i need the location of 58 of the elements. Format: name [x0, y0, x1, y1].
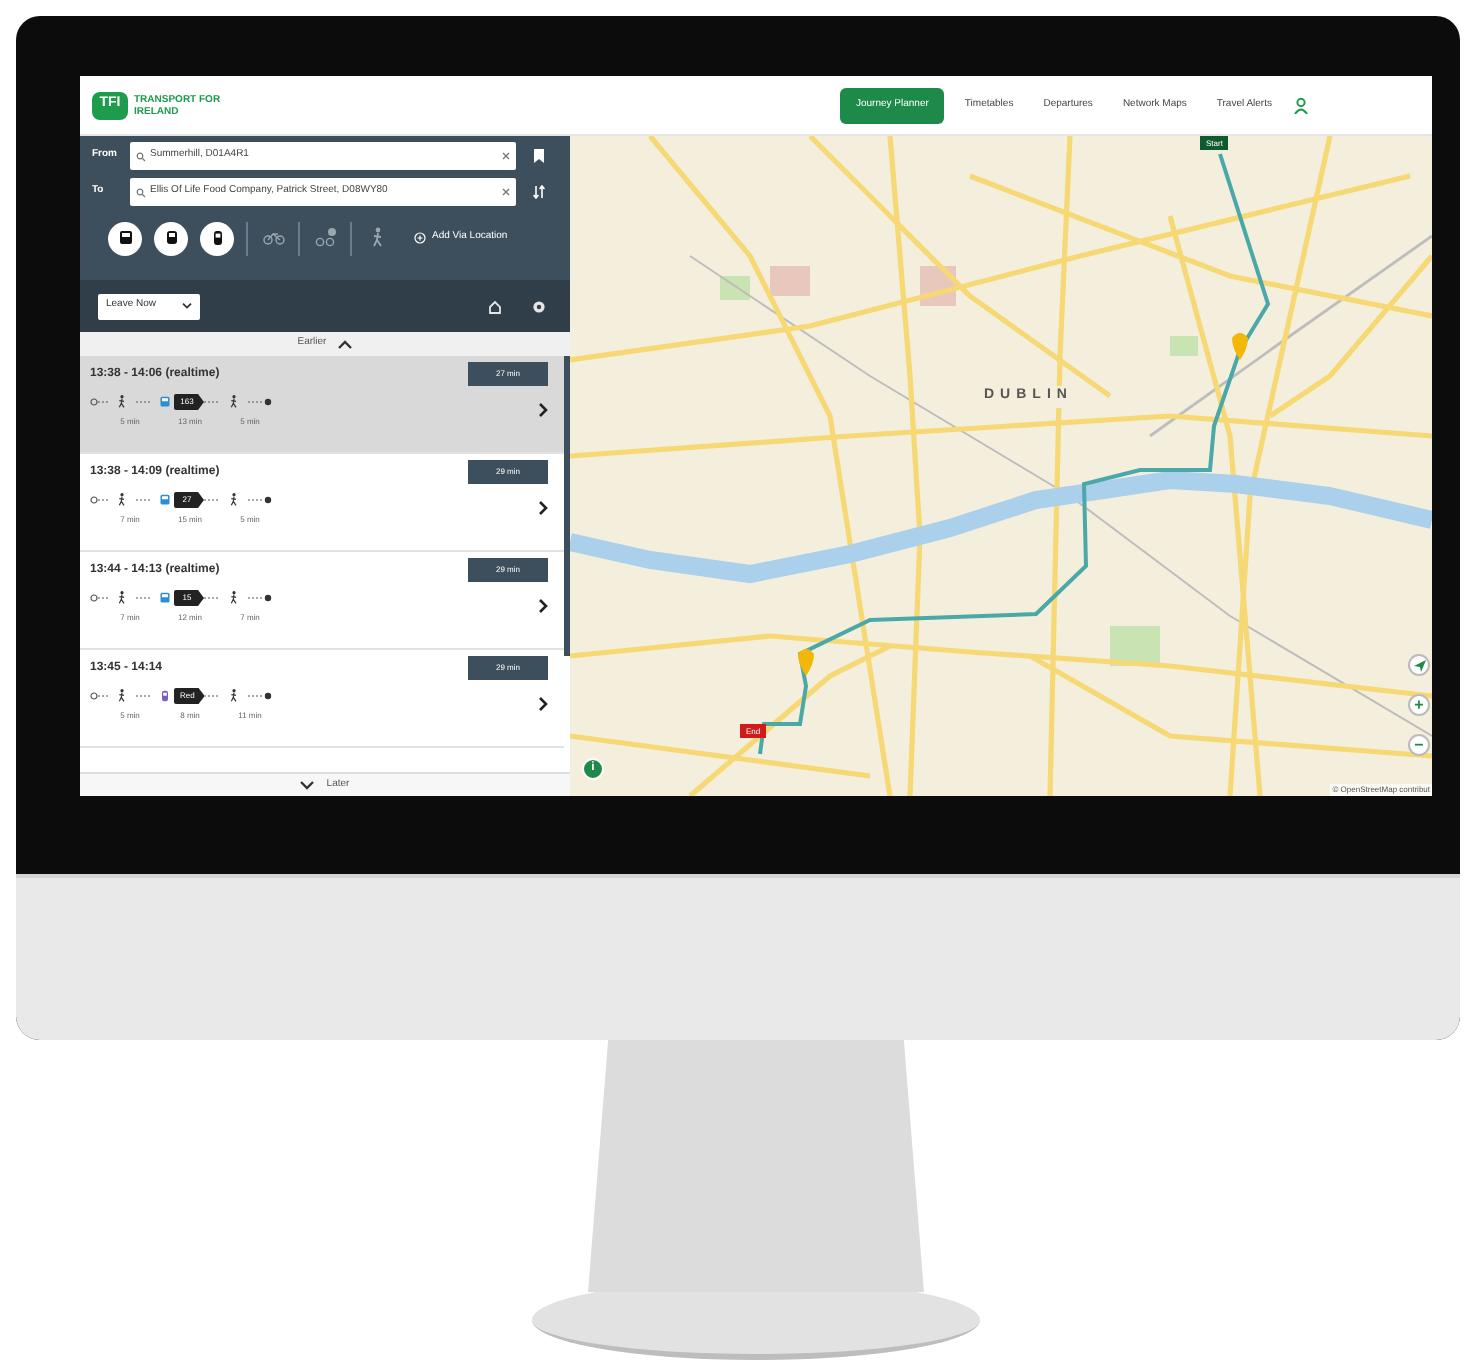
walk-icon	[226, 588, 242, 608]
dotted-connector	[136, 692, 152, 700]
walk-icon	[114, 686, 130, 706]
walk-icon	[226, 490, 242, 510]
search-icon	[136, 187, 146, 197]
walk-icon	[226, 392, 242, 412]
dotted-connector	[136, 594, 152, 602]
origin-icon	[90, 594, 108, 602]
chevron-right-icon	[538, 500, 548, 516]
clear-icon[interactable]	[502, 188, 510, 196]
compass-icon	[1413, 659, 1425, 671]
home-icon[interactable]	[488, 299, 502, 313]
dotted-connector	[136, 398, 152, 406]
caret-icon	[182, 302, 192, 310]
origin-icon	[90, 496, 108, 504]
dotted-connector	[136, 496, 152, 504]
dotted-connector	[204, 496, 220, 504]
dotted-connector	[248, 398, 264, 406]
chevron-up-icon	[338, 339, 353, 349]
dotted-connector	[204, 692, 221, 700]
mode-toggle[interactable]	[298, 221, 342, 255]
origin-icon	[90, 398, 108, 406]
walk-icon	[114, 490, 130, 510]
scrollbar[interactable]	[564, 356, 570, 656]
origin-icon	[90, 692, 108, 700]
user-icon[interactable]	[1294, 97, 1308, 113]
dotted-connector	[204, 398, 220, 406]
chevron-right-icon	[538, 696, 548, 712]
chevron-right-icon	[538, 402, 548, 418]
walk-icon	[114, 588, 130, 608]
destination-icon	[264, 692, 273, 700]
dotted-connector	[204, 594, 220, 602]
settings-icon[interactable]	[532, 299, 546, 313]
chevron-down-icon	[300, 780, 315, 790]
mode-toggle[interactable]	[154, 221, 188, 255]
map-pin-icon[interactable]	[1232, 333, 1248, 360]
destination-icon	[264, 398, 272, 406]
dotted-connector	[248, 594, 264, 602]
bus-icon	[156, 588, 174, 608]
map-pin-icon[interactable]	[798, 649, 814, 676]
chevron-right-icon	[538, 598, 548, 614]
search-icon	[136, 151, 146, 161]
tram-icon	[156, 686, 174, 706]
destination-icon	[264, 496, 272, 504]
bike-share-icon	[313, 226, 337, 250]
bookmark-icon[interactable]	[532, 148, 546, 164]
destination-icon	[264, 594, 272, 602]
mode-toggle[interactable]	[246, 221, 290, 255]
swap-icon[interactable]	[532, 184, 546, 200]
dotted-connector	[248, 496, 264, 504]
mode-toggle[interactable]	[108, 221, 142, 255]
bus-icon	[156, 490, 174, 510]
dotted-connector	[248, 692, 265, 700]
plus-icon	[414, 232, 426, 244]
walk-icon	[114, 392, 130, 412]
bus-icon	[156, 392, 174, 412]
clear-icon[interactable]	[502, 152, 510, 160]
mode-toggle[interactable]	[200, 221, 234, 255]
